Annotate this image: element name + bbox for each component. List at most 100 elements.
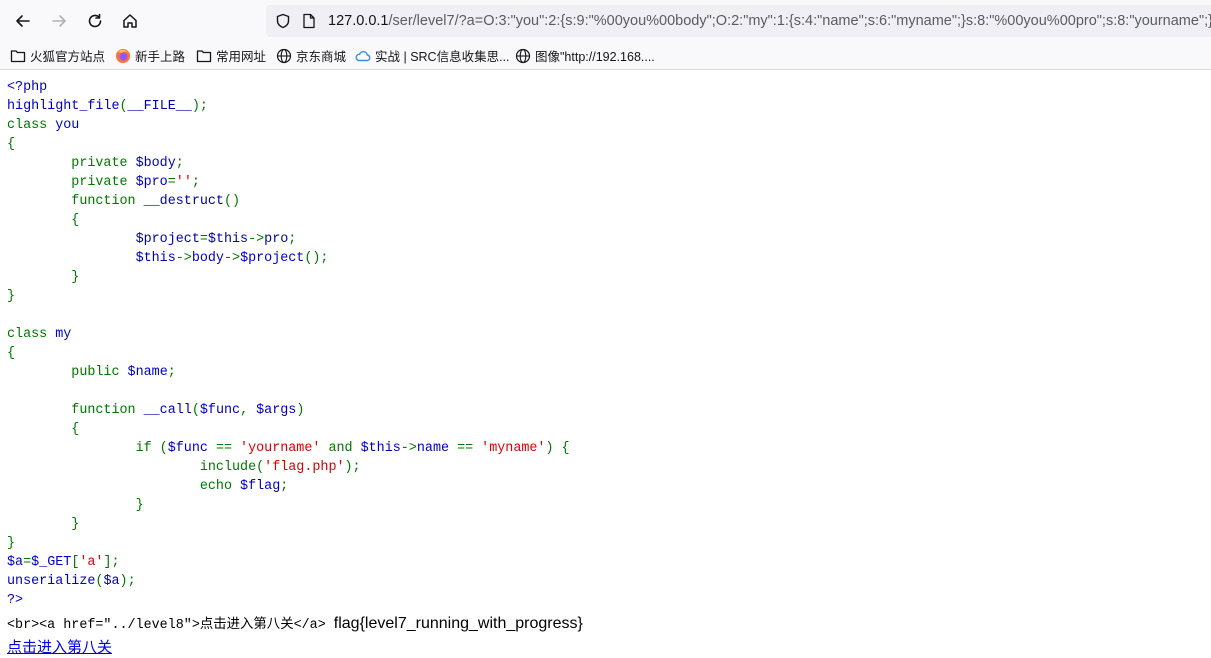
code-token: 'myname' <box>481 441 546 456</box>
code-line: <?php <box>7 80 47 95</box>
code-token: 'yourname' <box>240 441 329 456</box>
code-token: ?> <box>7 593 24 608</box>
code-token: unserialize <box>7 574 96 589</box>
bookmark-common-sites[interactable]: 常用网址 <box>196 42 266 69</box>
code-token: __destruct <box>143 194 224 209</box>
output-line: <br><a href="../level8">点击进入第八关</a> flag… <box>7 612 583 638</box>
code-line: private $body; <box>7 156 184 171</box>
bookmark-jd-mall[interactable]: 京东商城 <box>276 42 346 69</box>
code-line: highlight_file(__FILE__); <box>7 99 208 114</box>
code-token: function <box>7 403 144 418</box>
code-token: ; <box>167 365 176 380</box>
bookmark-label: 京东商城 <box>296 50 347 64</box>
back-button[interactable] <box>9 7 37 35</box>
reload-button[interactable] <box>81 7 109 35</box>
code-token: if ( <box>7 441 168 456</box>
code-token: ); <box>191 99 208 114</box>
code-line: function __destruct() <box>7 194 240 209</box>
code-token: public <box>7 365 128 380</box>
next-level-link[interactable]: 点击进入第八关 <box>7 638 583 658</box>
code-line: { <box>7 137 15 152</box>
code-token: ( <box>119 99 128 114</box>
code-token: function <box>7 194 144 209</box>
forward-button[interactable] <box>45 7 73 35</box>
code-line: $project=$this->pro; <box>7 232 297 247</box>
url-host: 127.0.0.1 <box>328 13 389 29</box>
code-token: $flag <box>240 479 281 494</box>
code-token: ) <box>296 403 305 418</box>
code-token: highlight_file <box>7 99 120 114</box>
code-line: $this->body->$project(); <box>7 251 329 266</box>
code-token: -> <box>223 251 241 266</box>
bookmark-firefox-official[interactable]: 火狐官方站点 <box>10 42 105 69</box>
bookmark-getting-started[interactable]: 新手上路 <box>115 42 185 69</box>
code-token: and <box>328 441 361 456</box>
code-token: = <box>167 175 176 190</box>
bookmark-label: 常用网址 <box>216 50 267 64</box>
code-token: = <box>23 555 32 570</box>
code-token: ; <box>191 175 200 190</box>
url-bar[interactable]: 127.0.0.1/ser/level7/?a=O:3:"you":2:{s:9… <box>266 5 1211 37</box>
code-token: $a <box>7 555 24 570</box>
code-token: you <box>55 118 80 133</box>
code-token: = <box>199 232 208 247</box>
code-token: class <box>7 118 56 133</box>
code-token: ); <box>344 460 361 475</box>
forward-arrow-icon <box>52 15 66 27</box>
code-token: ) { <box>545 441 570 456</box>
code-line: private $pro=''; <box>7 175 200 190</box>
page-info-icon[interactable] <box>302 13 316 29</box>
code-token: == <box>457 441 482 456</box>
bookmark-label: 实战 | SRC信息收集思... <box>375 50 510 64</box>
code-token: $project <box>7 232 200 247</box>
code-token: -> <box>248 232 265 247</box>
code-token: my <box>55 327 72 342</box>
folder-icon <box>10 49 26 63</box>
code-token: { <box>7 137 16 152</box>
code-token: { <box>7 422 80 437</box>
reload-icon <box>88 13 102 28</box>
code-token: $name <box>127 365 168 380</box>
page-content: <?php highlight_file(__FILE__); class yo… <box>7 78 583 658</box>
flag-text: flag{level7_running_with_progress} <box>333 615 583 632</box>
bookmarks-bar: 火狐官方站点 新手上路 常用网址 京东商城 实战 | SRC信息收集思... 图… <box>0 42 1211 70</box>
home-button[interactable] <box>116 7 144 35</box>
code-token: echo <box>7 479 241 494</box>
code-line: { <box>7 213 79 228</box>
code-token: -> <box>175 251 192 266</box>
code-token: '' <box>175 175 192 190</box>
code-token: } <box>7 536 16 551</box>
code-line: } <box>7 498 144 513</box>
code-token: $this <box>7 251 176 266</box>
code-token: __FILE__ <box>127 99 192 114</box>
code-line: { <box>7 346 15 361</box>
code-token: $pro <box>135 175 168 190</box>
code-line: $a=$_GET['a']; <box>7 555 120 570</box>
code-token: __call <box>143 403 192 418</box>
code-token: name <box>416 441 458 456</box>
code-token: include( <box>7 460 265 475</box>
code-token: { <box>7 346 16 361</box>
code-token: ); <box>119 574 136 589</box>
globe-icon <box>276 48 292 64</box>
firefox-icon <box>115 48 131 64</box>
code-line: } <box>7 270 79 285</box>
php-source-code: <?php highlight_file(__FILE__); class yo… <box>7 78 583 610</box>
code-token: $func <box>167 441 216 456</box>
home-icon <box>123 14 137 28</box>
bookmark-src-info[interactable]: 实战 | SRC信息收集思... <box>355 42 510 69</box>
code-token: $project <box>240 251 305 266</box>
code-line: function __call($func, $args) <box>7 403 304 418</box>
bookmark-image-link[interactable]: 图像"http://192.168.... <box>515 42 655 69</box>
code-token: private <box>7 175 136 190</box>
bookmark-label: 新手上路 <box>135 50 186 64</box>
code-token: ; <box>288 232 297 247</box>
code-line: echo $flag; <box>7 479 288 494</box>
code-token: $args <box>256 403 297 418</box>
code-token: pro <box>264 232 289 247</box>
code-line: } <box>7 289 15 304</box>
shield-icon[interactable] <box>275 13 291 29</box>
url-text[interactable]: 127.0.0.1/ser/level7/?a=O:3:"you":2:{s:9… <box>328 5 1211 37</box>
code-token: $func <box>199 403 241 418</box>
bookmark-label: 火狐官方站点 <box>30 50 106 64</box>
